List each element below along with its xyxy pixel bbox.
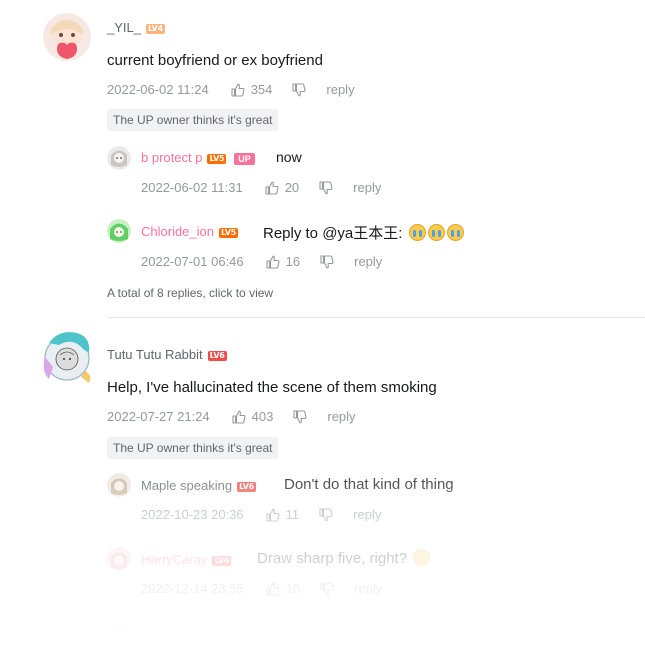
thumbs-down-icon xyxy=(293,409,307,423)
view-more-replies[interactable]: A total of 8 replies, click to view xyxy=(107,286,273,300)
reply-text-row: Reply to @ya王本王: xyxy=(263,222,464,243)
dislike-button[interactable] xyxy=(320,254,334,269)
reply-date: 2022-07-01 06:46 xyxy=(141,254,244,269)
comment-meta: 2022-06-02 11:24 354 reply xyxy=(107,82,355,97)
level-badge: LV5 xyxy=(207,153,227,164)
reply-button[interactable]: reply xyxy=(353,180,381,195)
reply-meta: 2022-07-01 06:46 16 reply xyxy=(141,254,382,269)
divider xyxy=(107,317,645,318)
avatar[interactable] xyxy=(43,13,91,61)
like-button[interactable]: 403 xyxy=(232,409,274,424)
dislike-button[interactable] xyxy=(319,180,333,195)
level-badge: LV5 xyxy=(219,227,238,238)
thumbs-down-icon xyxy=(292,82,306,96)
up-badge: UP xyxy=(234,152,255,165)
thumbs-down-icon xyxy=(319,180,333,194)
dislike-button[interactable] xyxy=(292,82,306,97)
reply-avatar[interactable] xyxy=(107,146,131,170)
thumbs-up-icon xyxy=(232,410,246,424)
level-badge: LV6 xyxy=(237,481,256,492)
reply-meta: 2022-12-14 23:55 10 reply xyxy=(141,581,382,596)
reply-button[interactable]: reply xyxy=(326,82,354,97)
dislike-button[interactable] xyxy=(320,581,334,596)
like-button[interactable]: 16 xyxy=(266,254,300,269)
like-count: 16 xyxy=(285,254,301,269)
reply-date: 2022-10-23 20:36 xyxy=(141,507,244,522)
level-badge: LV4 xyxy=(145,23,165,34)
like-button[interactable]: 11 xyxy=(266,507,300,522)
like-count: 11 xyxy=(285,507,300,522)
reply-avatar[interactable] xyxy=(107,219,131,243)
comment-date: 2022-06-02 11:24 xyxy=(107,82,209,97)
username-text[interactable]: Tutu Tutu Rabbit xyxy=(107,347,203,362)
username[interactable]: Tutu Tutu Rabbit LV6 xyxy=(107,347,227,362)
reply-username-text[interactable]: HarryCaray xyxy=(141,552,207,567)
reply-text-row: Draw sharp five, right? xyxy=(257,549,431,567)
comment-date: 2022-07-27 21:24 xyxy=(107,409,210,424)
level-badge: LV6 xyxy=(207,350,227,361)
comment-text: Help, I've hallucinated the scene of the… xyxy=(107,379,437,396)
thumbs-up-icon xyxy=(266,582,280,596)
reply-date: 2022-06-02 11:31 xyxy=(141,180,243,195)
thumbs-up-icon xyxy=(265,181,279,195)
reply-username[interactable]: Chloride_ion LV5 xyxy=(141,224,238,239)
comment-text: current boyfriend or ex boyfriend xyxy=(107,52,323,69)
reply-text: Reply to @ya王本王: xyxy=(263,225,403,242)
crying-emoji-icon xyxy=(408,224,426,241)
dislike-button[interactable] xyxy=(293,409,307,424)
reply-meta: 2022-06-02 11:31 20 reply xyxy=(141,180,381,195)
reply-text: Draw sharp five, right? xyxy=(257,550,408,567)
crying-emoji-icon xyxy=(427,224,445,241)
thumbs-up-icon xyxy=(231,83,245,97)
reply-avatar xyxy=(107,622,131,646)
thumbs-up-icon xyxy=(266,508,280,522)
sleepy-emoji-icon xyxy=(413,549,431,566)
dislike-button[interactable] xyxy=(319,507,333,522)
like-count: 403 xyxy=(251,409,274,424)
like-count: 354 xyxy=(250,82,273,97)
like-button[interactable]: 354 xyxy=(231,82,273,97)
level-badge: LV6 xyxy=(212,555,232,566)
up-liked-tag: The UP owner thinks it's great xyxy=(107,437,279,459)
reply-username[interactable]: b protect p LV5 UP xyxy=(141,150,255,165)
reply-button[interactable]: reply xyxy=(354,581,382,596)
like-count: 10 xyxy=(285,581,301,596)
reply-username-text[interactable]: b protect p xyxy=(141,150,202,165)
reply-username-text[interactable]: Maple speaking xyxy=(141,478,232,493)
like-count: 20 xyxy=(284,180,300,195)
reply-date: 2022-12-14 23:55 xyxy=(141,581,244,596)
username-text[interactable]: _YIL_ xyxy=(107,20,141,35)
reply-username-text[interactable]: Chloride_ion xyxy=(141,224,214,239)
reply-text: now xyxy=(276,149,302,165)
thumbs-down-icon xyxy=(319,507,333,521)
reply-avatar[interactable] xyxy=(107,547,131,571)
like-button[interactable]: 20 xyxy=(265,180,299,195)
crying-emoji-icon xyxy=(446,224,464,241)
comment-meta: 2022-07-27 21:24 403 reply xyxy=(107,409,356,424)
thumbs-up-icon xyxy=(266,255,280,269)
up-liked-tag: The UP owner thinks it's great xyxy=(107,109,279,131)
reply-meta: 2022-10-23 20:36 11 reply xyxy=(141,507,381,522)
reply-username[interactable]: HarryCaray LV6 xyxy=(141,552,232,567)
reply-text: Don't do that kind of thing xyxy=(284,476,454,493)
thumbs-down-icon xyxy=(320,581,334,595)
reply-username[interactable]: Maple speaking LV6 xyxy=(141,478,256,493)
reply-avatar[interactable] xyxy=(107,473,131,497)
like-button[interactable]: 10 xyxy=(266,581,300,596)
thumbs-down-icon xyxy=(320,254,334,268)
reply-button[interactable]: reply xyxy=(354,254,382,269)
reply-button[interactable]: reply xyxy=(353,507,381,522)
avatar[interactable] xyxy=(39,327,95,387)
reply-button[interactable]: reply xyxy=(327,409,355,424)
username[interactable]: _YIL_ LV4 xyxy=(107,20,165,35)
